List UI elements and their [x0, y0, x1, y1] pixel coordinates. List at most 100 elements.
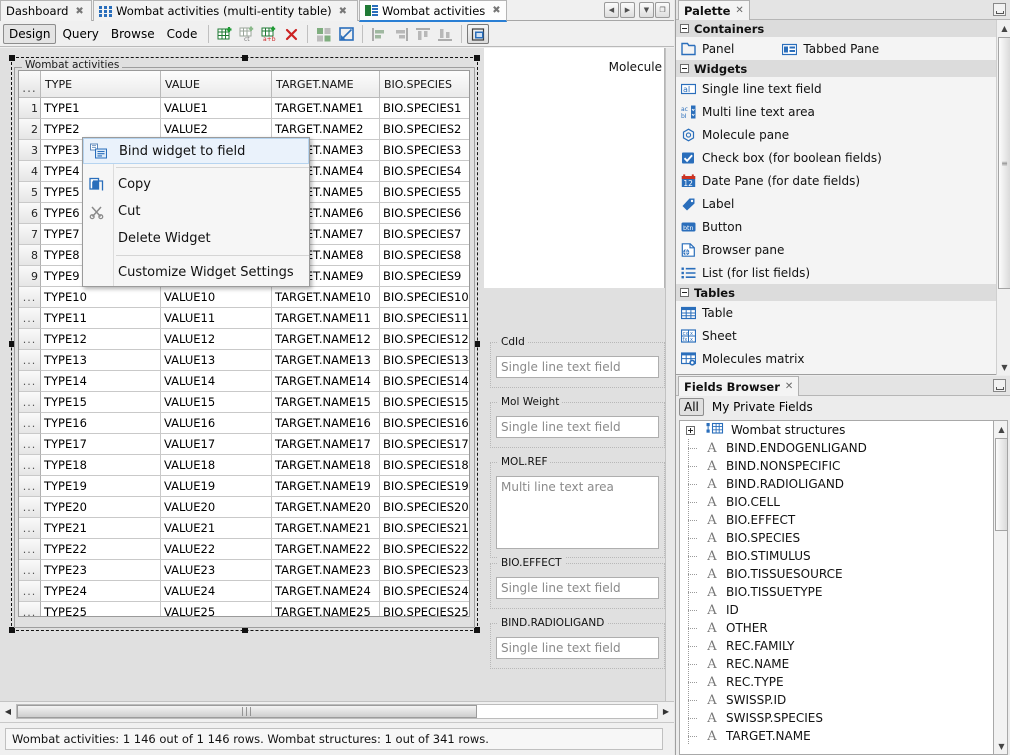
tab-dashboard[interactable]: Dashboard ✖ [0, 0, 92, 21]
filter-all-button[interactable]: All [679, 398, 704, 416]
add-table-icon[interactable] [214, 24, 236, 44]
cell-bio-species[interactable]: BIO.SPECIES6 [380, 203, 470, 224]
cell-target-name[interactable]: TARGET.NAME15 [272, 392, 380, 413]
field-widget-mol-ref[interactable]: MOL.REF Multi line text area [490, 462, 665, 558]
cell-bio-species[interactable]: BIO.SPECIES1 [380, 98, 470, 119]
scroll-thumb[interactable]: ≡ [998, 37, 1010, 289]
cell-target-name[interactable]: TARGET.NAME1 [272, 98, 380, 119]
cell-bio-species[interactable]: BIO.SPECIES9 [380, 266, 470, 287]
row-header-cell[interactable]: ... [19, 287, 41, 308]
fields-browser-dock-tab[interactable]: Fields Browser ✕ [678, 376, 799, 396]
cell-type[interactable]: TYPE19 [41, 476, 161, 497]
cell-bio-species[interactable]: BIO.SPECIES3 [380, 140, 470, 161]
close-icon[interactable]: ✕ [785, 381, 793, 392]
tab-list-button[interactable]: ▼ [639, 2, 654, 18]
cell-type[interactable]: TYPE13 [41, 350, 161, 371]
table-row[interactable]: ...TYPE24VALUE24TARGET.NAME24BIO.SPECIES… [19, 581, 470, 602]
table-row[interactable]: ...TYPE17VALUE17TARGET.NAME17BIO.SPECIES… [19, 434, 470, 455]
palette-item-table[interactable]: Table [681, 306, 733, 320]
tree-field-item[interactable]: ABIO.CELL [680, 493, 1008, 511]
cell-bio-species[interactable]: BIO.SPECIES11 [380, 308, 470, 329]
table-row[interactable]: ...TYPE25VALUE25TARGET.NAME25BIO.SPECIES… [19, 602, 470, 617]
cell-type[interactable]: TYPE23 [41, 560, 161, 581]
cell-value[interactable]: VALUE19 [161, 476, 272, 497]
cell-value[interactable]: VALUE10 [161, 287, 272, 308]
table-row[interactable]: ...TYPE21VALUE21TARGET.NAME21BIO.SPECIES… [19, 518, 470, 539]
palette-item-molecule-pane[interactable]: Molecule pane [681, 128, 789, 142]
cell-type[interactable]: TYPE24 [41, 581, 161, 602]
row-header-cell[interactable]: ... [19, 560, 41, 581]
add-count-column-icon[interactable]: ct [236, 24, 258, 44]
cell-target-name[interactable]: TARGET.NAME24 [272, 581, 380, 602]
row-header-cell[interactable]: 7 [19, 224, 41, 245]
cell-bio-species[interactable]: BIO.SPECIES8 [380, 245, 470, 266]
cell-type[interactable]: TYPE17 [41, 434, 161, 455]
cell-bio-species[interactable]: BIO.SPECIES2 [380, 119, 470, 140]
cell-value[interactable]: VALUE25 [161, 602, 272, 617]
cell-type[interactable]: TYPE20 [41, 497, 161, 518]
row-header-cell[interactable]: ... [19, 602, 41, 617]
palette-item-button[interactable]: btnButton [681, 220, 742, 234]
widget-context-menu[interactable]: Bind widget to field Copy [82, 137, 310, 287]
table-row[interactable]: ...TYPE19VALUE19TARGET.NAME19BIO.SPECIES… [19, 476, 470, 497]
tree-field-item[interactable]: ASWISSP.ID [680, 691, 1008, 709]
bio-effect-input[interactable]: Single line text field [496, 577, 659, 599]
cell-bio-species[interactable]: BIO.SPECIES18 [380, 455, 470, 476]
palette-section-widgets[interactable]: Widgets [676, 60, 1010, 77]
cell-bio-species[interactable]: BIO.SPECIES23 [380, 560, 470, 581]
cell-target-name[interactable]: TARGET.NAME17 [272, 434, 380, 455]
cell-bio-species[interactable]: BIO.SPECIES12 [380, 329, 470, 350]
cell-bio-species[interactable]: BIO.SPECIES22 [380, 539, 470, 560]
cell-bio-species[interactable]: BIO.SPECIES14 [380, 371, 470, 392]
cell-target-name[interactable]: TARGET.NAME25 [272, 602, 380, 617]
cell-value[interactable]: VALUE17 [161, 434, 272, 455]
row-header-cell[interactable]: 4 [19, 161, 41, 182]
tree-field-item[interactable]: AREC.NAME [680, 655, 1008, 673]
column-header-bio-species[interactable]: BIO.SPECIES [380, 71, 470, 98]
tree-field-item[interactable]: AREC.TYPE [680, 673, 1008, 691]
cell-target-name[interactable]: TARGET.NAME20 [272, 497, 380, 518]
minimize-icon[interactable] [993, 3, 1006, 16]
scroll-track[interactable]: ||| [16, 704, 658, 719]
cell-value[interactable]: VALUE13 [161, 350, 272, 371]
tab-wombat-activities-multi-entity-table[interactable]: Wombat activities (multi-entity table) ✖ [93, 0, 358, 21]
cell-bio-species[interactable]: BIO.SPECIES20 [380, 497, 470, 518]
palette-section-tables[interactable]: Tables [676, 284, 1010, 301]
mode-browse-button[interactable]: Browse [105, 24, 161, 44]
close-icon[interactable]: ✖ [339, 6, 347, 17]
cell-type[interactable]: TYPE11 [41, 308, 161, 329]
fields-tree-scrollbar[interactable]: ▲ ▼ [993, 420, 1008, 755]
add-formula-column-icon[interactable]: a+b [258, 24, 280, 44]
row-header-cell[interactable]: ... [19, 539, 41, 560]
scroll-left-arrow-icon[interactable]: ◀ [0, 703, 16, 721]
scroll-down-arrow-icon[interactable]: ▼ [995, 739, 1008, 753]
menu-item-customize-widget-settings[interactable]: Customize Widget Settings [83, 259, 309, 286]
cell-bio-species[interactable]: BIO.SPECIES10 [380, 287, 470, 308]
tree-field-item[interactable]: AID [680, 601, 1008, 619]
tree-field-item[interactable]: ABIO.STIMULUS [680, 547, 1008, 565]
cell-type[interactable]: TYPE1 [41, 98, 161, 119]
table-row[interactable]: ...TYPE16VALUE16TARGET.NAME16BIO.SPECIES… [19, 413, 470, 434]
row-header-cell[interactable]: 3 [19, 140, 41, 161]
menu-item-delete-widget[interactable]: Delete Widget [83, 225, 309, 252]
tree-field-item[interactable]: ASWISSP.SPECIES [680, 709, 1008, 727]
tree-field-item[interactable]: AOTHER [680, 619, 1008, 637]
cell-type[interactable]: TYPE21 [41, 518, 161, 539]
cell-value[interactable]: VALUE16 [161, 413, 272, 434]
menu-item-cut[interactable]: Cut [83, 198, 309, 225]
cell-target-name[interactable]: TARGET.NAME14 [272, 371, 380, 392]
cell-bio-species[interactable]: BIO.SPECIES16 [380, 413, 470, 434]
table-row[interactable]: ...TYPE11VALUE11TARGET.NAME11BIO.SPECIES… [19, 308, 470, 329]
tree-field-item[interactable]: ABIO.SPECIES [680, 529, 1008, 547]
tree-field-item[interactable]: ABIND.ENDOGENLIGAND [680, 439, 1008, 457]
palette-item-date-pane-for-date-fields[interactable]: 12Date Pane (for date fields) [681, 174, 860, 188]
row-header-cell[interactable]: 6 [19, 203, 41, 224]
row-header-cell[interactable]: 5 [19, 182, 41, 203]
expand-icon[interactable] [686, 426, 695, 435]
collapse-icon[interactable] [680, 24, 689, 33]
table-corner-cell[interactable]: ... [19, 71, 41, 98]
tree-field-item[interactable]: ABIND.NONSPECIFIC [680, 457, 1008, 475]
cell-type[interactable]: TYPE18 [41, 455, 161, 476]
tree-field-item[interactable]: ABIO.EFFECT [680, 511, 1008, 529]
cell-bio-species[interactable]: BIO.SPECIES25 [380, 602, 470, 617]
